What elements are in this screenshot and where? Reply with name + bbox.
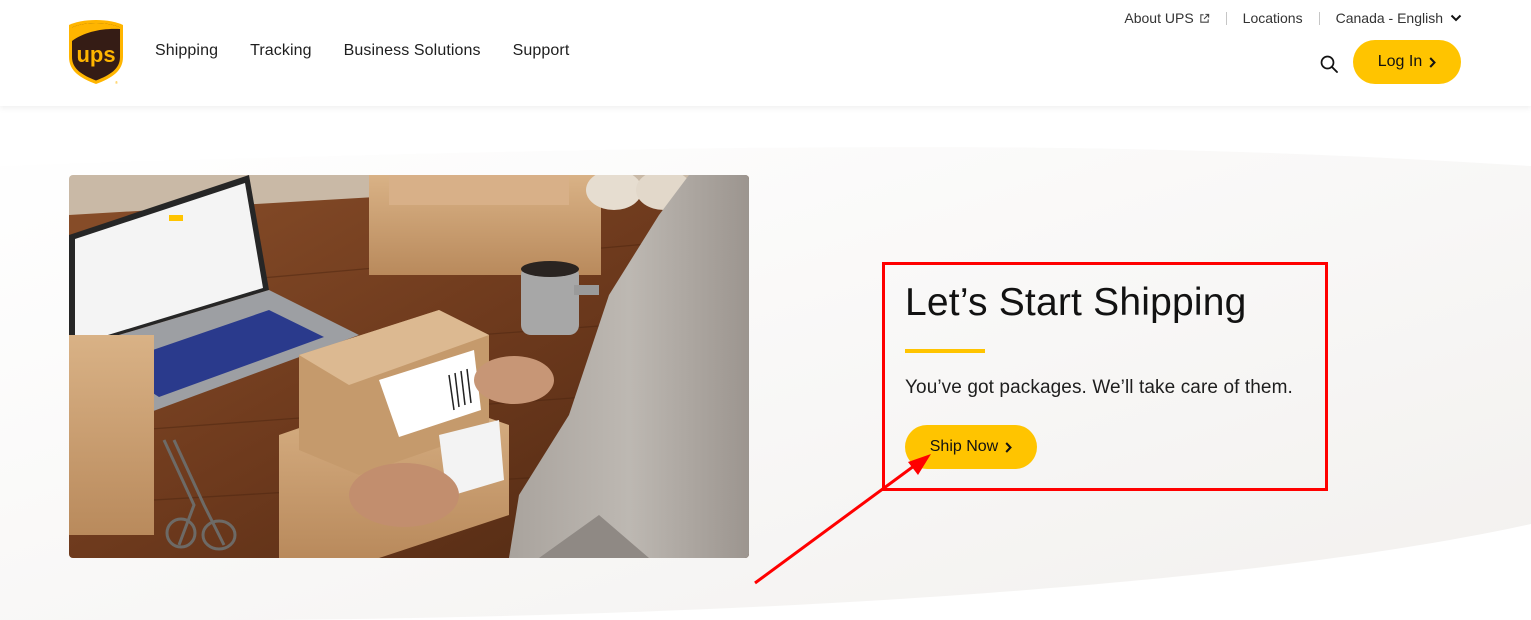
login-button[interactable]: Log In <box>1353 40 1461 84</box>
login-label: Log In <box>1377 53 1423 70</box>
chevron-right-icon <box>1005 441 1013 453</box>
about-ups-label: About UPS <box>1124 10 1194 26</box>
about-ups-link[interactable]: About UPS <box>1124 10 1209 26</box>
utility-nav: About UPS Locations Canada - English <box>1124 10 1462 26</box>
svg-text:ups: ups <box>76 42 115 67</box>
chevron-right-icon <box>1429 56 1437 68</box>
locale-label: Canada - English <box>1335 10 1443 26</box>
ship-now-button[interactable]: Ship Now <box>905 425 1037 469</box>
hero-subtitle: You’ve got packages. We’ll take care of … <box>905 377 1293 398</box>
hero-image <box>69 175 749 558</box>
title-accent-rule <box>905 349 985 353</box>
chevron-down-icon <box>1450 14 1462 22</box>
search-icon <box>1320 55 1338 73</box>
nav-support[interactable]: Support <box>513 42 570 60</box>
locations-link[interactable]: Locations <box>1243 10 1303 26</box>
primary-nav: Shipping Tracking Business Solutions Sup… <box>155 42 601 60</box>
nav-business-solutions[interactable]: Business Solutions <box>344 42 481 60</box>
site-header: ups ® Shipping Tracking Business Solutio… <box>0 0 1531 106</box>
external-link-icon <box>1199 13 1209 23</box>
nav-divider <box>1225 11 1227 25</box>
ups-logo[interactable]: ups ® <box>66 19 126 85</box>
nav-shipping[interactable]: Shipping <box>155 42 218 60</box>
hero-text-panel: Let’s Start Shipping You’ve got packages… <box>905 280 1293 469</box>
hero-title: Let’s Start Shipping <box>905 281 1247 324</box>
ship-now-label: Ship Now <box>929 438 999 455</box>
svg-text:®: ® <box>115 80 118 85</box>
search-button[interactable] <box>1319 54 1339 74</box>
nav-tracking[interactable]: Tracking <box>250 42 312 60</box>
nav-divider <box>1318 11 1320 25</box>
locale-selector[interactable]: Canada - English <box>1336 10 1462 26</box>
